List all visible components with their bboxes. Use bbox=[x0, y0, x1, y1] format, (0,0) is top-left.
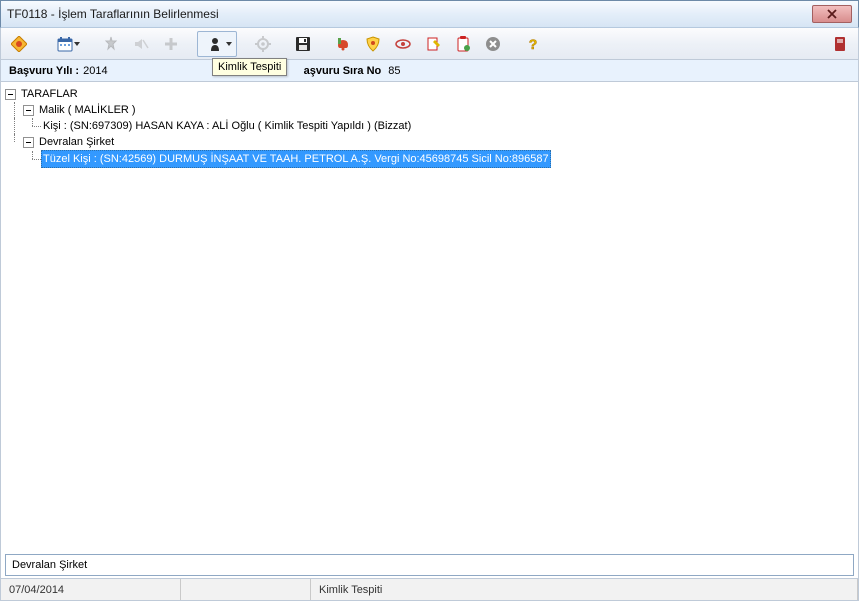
clipboard-icon bbox=[455, 36, 471, 52]
application-year-value: 2014 bbox=[83, 65, 107, 77]
svg-text:?: ? bbox=[529, 36, 538, 52]
speaker-remove-icon bbox=[133, 36, 149, 52]
tree-row-transferee[interactable]: Devralan Şirket bbox=[5, 134, 854, 150]
toolbar-identity-button[interactable] bbox=[197, 31, 237, 57]
close-icon bbox=[827, 9, 837, 19]
toolbar-edit-button[interactable] bbox=[419, 31, 447, 57]
bell-icon bbox=[335, 36, 351, 52]
tree-label-person: Kişi : (SN:697309) HASAN KAYA : ALİ Oğlu… bbox=[41, 118, 413, 134]
tree-row-owner[interactable]: Malik ( MALİKLER ) bbox=[5, 102, 854, 118]
expander-icon[interactable] bbox=[23, 105, 34, 116]
plus-icon bbox=[163, 36, 179, 52]
tree-label-owner: Malik ( MALİKLER ) bbox=[37, 102, 138, 118]
tree-row-company[interactable]: Tüzel Kişi : (SN:42569) DURMUŞ İNŞAAT VE… bbox=[5, 150, 854, 168]
status-bar: 07/04/2014 Kimlik Tespiti bbox=[0, 579, 859, 601]
toolbar-logo-button[interactable] bbox=[5, 31, 33, 57]
tree-label-transferee: Devralan Şirket bbox=[37, 134, 116, 150]
calendar-icon bbox=[57, 36, 73, 52]
record-icon bbox=[832, 36, 848, 52]
person-icon bbox=[209, 36, 225, 52]
expander-icon[interactable] bbox=[23, 137, 34, 148]
application-seq-value: 85 bbox=[388, 65, 400, 77]
status-message: Kimlik Tespiti bbox=[311, 579, 858, 600]
logo-icon bbox=[11, 36, 27, 52]
selected-path-box: Devralan Şirket bbox=[5, 554, 854, 576]
toolbar-help-button[interactable]: ? bbox=[519, 31, 547, 57]
toolbar-calendar-button[interactable] bbox=[45, 31, 85, 57]
parties-tree[interactable]: TARAFLAR Malik ( MALİKLER ) Kişi : (SN:6… bbox=[5, 86, 854, 554]
toolbar-record-button[interactable] bbox=[826, 31, 854, 57]
info-bar: Başvuru Yılı : 2014 aşvuru Sıra No 85 bbox=[0, 60, 859, 82]
toolbar-bell-button[interactable] bbox=[329, 31, 357, 57]
shield-icon bbox=[365, 36, 381, 52]
toolbar-clipboard-button[interactable] bbox=[449, 31, 477, 57]
tree-label-root: TARAFLAR bbox=[19, 86, 80, 102]
help-icon: ? bbox=[525, 36, 541, 52]
toolbar-remove-speaker-button bbox=[127, 31, 155, 57]
window-close-button[interactable] bbox=[812, 5, 852, 23]
eye-icon bbox=[395, 36, 411, 52]
expander-icon[interactable] bbox=[5, 89, 16, 100]
wizard-icon bbox=[103, 36, 119, 52]
save-icon bbox=[295, 36, 311, 52]
toolbar-eye-button[interactable] bbox=[389, 31, 417, 57]
gear-icon bbox=[255, 36, 271, 52]
tooltip: Kimlik Tespiti bbox=[212, 58, 287, 76]
stop-icon bbox=[485, 36, 501, 52]
tree-row-person[interactable]: Kişi : (SN:697309) HASAN KAYA : ALİ Oğlu… bbox=[5, 118, 854, 134]
window-title: TF0118 - İşlem Taraflarının Belirlenmesi bbox=[7, 7, 219, 21]
application-year-label: Başvuru Yılı : bbox=[9, 65, 79, 77]
toolbar-settings-button bbox=[249, 31, 277, 57]
tree-panel: TARAFLAR Malik ( MALİKLER ) Kişi : (SN:6… bbox=[0, 82, 859, 579]
tree-row-root[interactable]: TARAFLAR bbox=[5, 86, 854, 102]
toolbar-add-button bbox=[157, 31, 185, 57]
tree-label-company: Tüzel Kişi : (SN:42569) DURMUŞ İNŞAAT VE… bbox=[41, 150, 551, 168]
toolbar-stop-button[interactable] bbox=[479, 31, 507, 57]
toolbar: ? Kimlik Tespiti bbox=[0, 28, 859, 60]
application-seq-label: aşvuru Sıra No bbox=[304, 65, 382, 77]
window-title-bar: TF0118 - İşlem Taraflarının Belirlenmesi bbox=[0, 0, 859, 28]
toolbar-shield-button[interactable] bbox=[359, 31, 387, 57]
toolbar-wizard-button bbox=[97, 31, 125, 57]
toolbar-save-button[interactable] bbox=[289, 31, 317, 57]
chevron-down-icon bbox=[226, 42, 232, 46]
status-date: 07/04/2014 bbox=[1, 579, 181, 600]
edit-icon bbox=[425, 36, 441, 52]
selected-path-text: Devralan Şirket bbox=[12, 559, 87, 571]
chevron-down-icon bbox=[74, 42, 80, 46]
status-blank bbox=[181, 579, 311, 600]
